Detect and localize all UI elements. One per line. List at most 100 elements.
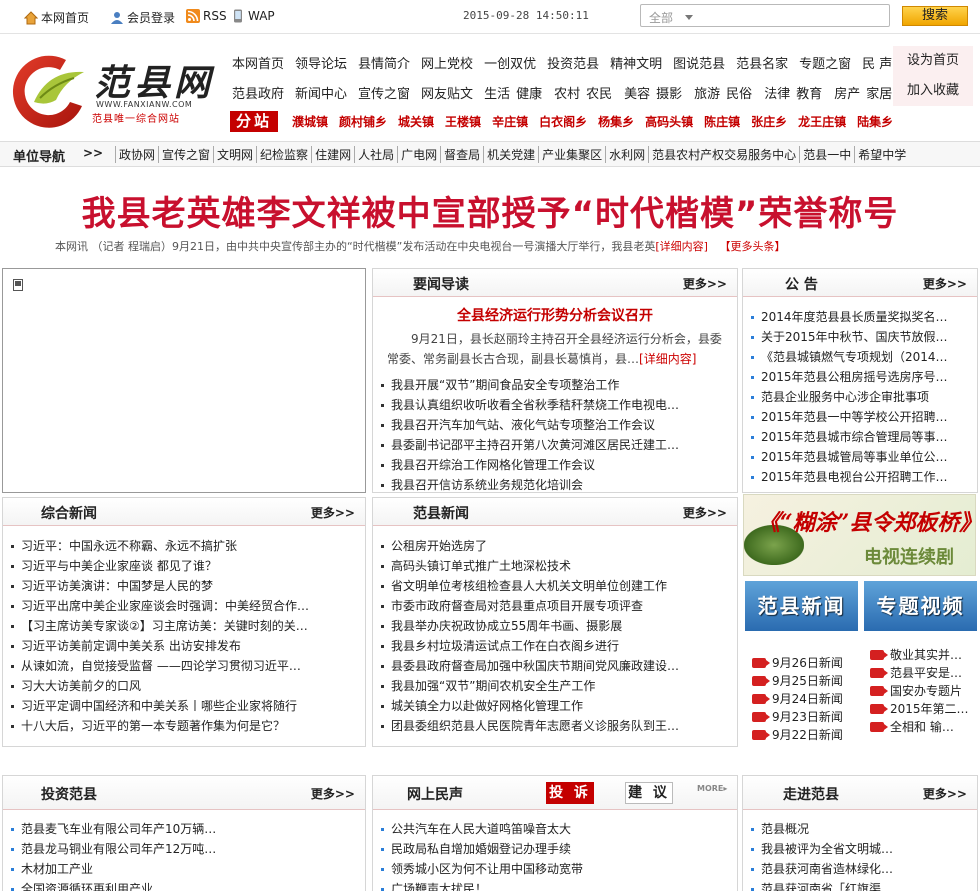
list-item[interactable]: 公租房开始选房了 bbox=[373, 536, 737, 556]
list-item[interactable]: 我县认真组织收听收看全省秋季秸秆禁烧工作电视电… bbox=[373, 395, 737, 415]
nav-item[interactable]: 农村 bbox=[554, 83, 580, 102]
tab-suggestion[interactable]: 建 议 bbox=[625, 782, 673, 804]
list-item[interactable]: 我县被评为全省文明城… bbox=[743, 839, 977, 859]
list-item[interactable]: 范县平安是… bbox=[870, 664, 976, 682]
list-item[interactable]: 范县企业服务中心涉企审批事项 bbox=[743, 387, 977, 407]
list-item[interactable]: 城关镇全力以赴做好网格化管理工作 bbox=[373, 696, 737, 716]
nav-item[interactable]: 生活 bbox=[484, 83, 510, 102]
nav-item[interactable]: 美容 bbox=[624, 83, 650, 102]
unit-link[interactable]: 宣传之窗 bbox=[158, 146, 213, 163]
unit-link[interactable]: 希望中学 bbox=[854, 146, 909, 163]
list-item[interactable]: 县委副书记邵平主持召开第八次黄河滩区居民迁建工… bbox=[373, 435, 737, 455]
nav-item[interactable]: 范县名家 bbox=[736, 53, 788, 72]
list-item[interactable]: 我县举办庆祝政协成立55周年书画、摄影展 bbox=[373, 616, 737, 636]
nav-item[interactable]: 教育 bbox=[796, 83, 822, 102]
town-link[interactable]: 王楼镇 bbox=[445, 113, 481, 130]
list-item[interactable]: 范县概况 bbox=[743, 819, 977, 839]
search-input[interactable]: 全部 bbox=[640, 4, 890, 27]
list-item[interactable]: 2015年范县城管局等事业单位公… bbox=[743, 447, 977, 467]
list-item[interactable]: 习大大访美前夕的口风 bbox=[3, 676, 365, 696]
list-item[interactable]: 9月22日新闻 bbox=[752, 726, 872, 744]
list-item[interactable]: 2015年范县一中等学校公开招聘… bbox=[743, 407, 977, 427]
list-item[interactable]: 我县召开汽车加气站、液化气站专项整治工作会议 bbox=[373, 415, 737, 435]
nav-item[interactable]: 图说范县 bbox=[673, 53, 725, 72]
town-link[interactable]: 城关镇 bbox=[398, 113, 434, 130]
nav-item[interactable]: 宣传之窗 bbox=[358, 83, 410, 102]
list-item[interactable]: 民政局私自增加婚姻登记办理手续 bbox=[373, 839, 737, 859]
list-item[interactable]: 习近平：中国永远不称霸、永远不搞扩张 bbox=[3, 536, 365, 556]
nav-item[interactable]: 法律 bbox=[764, 83, 790, 102]
headline-detail-link[interactable]: [详细内容] bbox=[655, 240, 708, 253]
home-link[interactable]: 本网首页 bbox=[23, 9, 89, 26]
nav-item[interactable]: 县情简介 bbox=[358, 53, 410, 72]
more-link[interactable]: 更多>> bbox=[683, 275, 727, 292]
more-link[interactable]: 更多>> bbox=[311, 504, 355, 521]
member-login-link[interactable]: 会员登录 bbox=[110, 9, 175, 26]
search-scope-select[interactable]: 全部 bbox=[649, 9, 673, 26]
list-item[interactable]: 省文明单位考核组检查县人大机关文明单位创建工作 bbox=[373, 576, 737, 596]
list-item[interactable]: 我县开展“双节”期间食品安全专项整治工作 bbox=[373, 375, 737, 395]
list-item[interactable]: 2015年范县城市综合管理局等事… bbox=[743, 427, 977, 447]
more-link[interactable]: 更多>> bbox=[683, 504, 727, 521]
list-item[interactable]: 国安办专题片 bbox=[870, 682, 976, 700]
list-item[interactable]: 高码头镇订单式推广土地深松技术 bbox=[373, 556, 737, 576]
list-item[interactable]: 范县获河南省造林绿化… bbox=[743, 859, 977, 879]
unit-link[interactable]: 广电网 bbox=[397, 146, 440, 163]
list-item[interactable]: 公共汽车在人民大道鸣笛噪音太大 bbox=[373, 819, 737, 839]
list-item[interactable]: 2015年范县公租房摇号选房序号… bbox=[743, 367, 977, 387]
nav-item[interactable]: 精神文明 bbox=[610, 53, 662, 72]
nav-item[interactable]: 专题之窗 bbox=[799, 53, 851, 72]
list-item[interactable]: 县委县政府督查局加强中秋国庆节期间党风廉政建设… bbox=[373, 656, 737, 676]
list-item[interactable]: 领秀城小区为何不让用中国移动宽带 bbox=[373, 859, 737, 879]
unit-link[interactable]: 水利网 bbox=[605, 146, 648, 163]
list-item[interactable]: 敬业其实并… bbox=[870, 646, 976, 664]
nav-item[interactable]: 房产 bbox=[834, 83, 860, 102]
nav-item[interactable]: 范县政府 bbox=[232, 83, 284, 102]
list-item[interactable]: 范县获河南省「红旗渠… bbox=[743, 879, 977, 891]
list-item[interactable]: 习近平访美演讲：中国梦是人民的梦 bbox=[3, 576, 365, 596]
town-link[interactable]: 辛庄镇 bbox=[492, 113, 528, 130]
nav-item[interactable]: 摄影 bbox=[656, 83, 682, 102]
headline-title[interactable]: 我县老英雄李文祥被中宣部授予“时代楷模”荣誉称号 bbox=[0, 186, 980, 235]
list-item[interactable]: 习近平出席中美企业家座谈会时强调：中美经贸合作… bbox=[3, 596, 365, 616]
list-item[interactable]: 关于2015年中秋节、国庆节放假… bbox=[743, 327, 977, 347]
county-news-tile[interactable]: 范县新闻 bbox=[745, 581, 858, 631]
nav-item[interactable]: 民俗 bbox=[726, 83, 752, 102]
unit-link[interactable]: 政协网 bbox=[115, 146, 158, 163]
list-item[interactable]: 9月24日新闻 bbox=[752, 690, 872, 708]
list-item[interactable]: 9月25日新闻 bbox=[752, 672, 872, 690]
list-item[interactable]: 从谏如流，自觉接受监督 ——四论学习贯彻习近平… bbox=[3, 656, 365, 676]
unit-link[interactable]: 督查局 bbox=[440, 146, 483, 163]
nav-item[interactable]: 家居 bbox=[866, 83, 892, 102]
list-item[interactable]: 9月26日新闻 bbox=[752, 654, 872, 672]
special-video-tile[interactable]: 专题视频 bbox=[864, 581, 977, 631]
list-item[interactable]: 习近平访美前定调中美关系 出访安排发布 bbox=[3, 636, 365, 656]
list-item[interactable]: 团县委组织范县人民医院青年志愿者义诊服务队到王… bbox=[373, 716, 737, 736]
list-item[interactable]: 9月23日新闻 bbox=[752, 708, 872, 726]
unit-link[interactable]: 产业集聚区 bbox=[538, 146, 605, 163]
list-item[interactable]: 广场鞭声太扰民！ bbox=[373, 879, 737, 891]
nav-item[interactable]: 民 声 bbox=[862, 53, 892, 72]
list-item[interactable]: 范县麦飞车业有限公司年产10万辆… bbox=[3, 819, 365, 839]
tv-series-banner[interactable]: 《“糊涂”县令郑板桥》 电视连续剧 bbox=[743, 494, 976, 576]
unit-link[interactable]: 机关党建 bbox=[483, 146, 538, 163]
more-headlines-link[interactable]: 【更多头条】 bbox=[719, 240, 785, 253]
add-favorite-link[interactable]: 加入收藏 bbox=[893, 76, 973, 106]
town-link[interactable]: 杨集乡 bbox=[598, 113, 634, 130]
more-link[interactable]: 更多>> bbox=[923, 275, 967, 292]
unit-link[interactable]: 纪检监察 bbox=[256, 146, 311, 163]
nav-item[interactable]: 一创双优 bbox=[484, 53, 536, 72]
site-logo[interactable]: 范县网 WWW.FANXIANW.COM 范县唯一综合网站 bbox=[4, 50, 224, 130]
list-item[interactable]: 我县加强“双节”期间农机安全生产工作 bbox=[373, 676, 737, 696]
list-item[interactable]: 市委市政府督查局对范县重点项目开展专项评查 bbox=[373, 596, 737, 616]
nav-item[interactable]: 旅游 bbox=[694, 83, 720, 102]
list-item[interactable]: 全国资源循环再利用产业 bbox=[3, 879, 365, 891]
town-link[interactable]: 陆集乡 bbox=[857, 113, 893, 130]
list-item[interactable]: 习近平定调中国经济和中美关系丨哪些企业家将随行 bbox=[3, 696, 365, 716]
town-link[interactable]: 颜村铺乡 bbox=[339, 113, 387, 130]
list-item[interactable]: 全相和 输… bbox=[870, 718, 976, 736]
town-link[interactable]: 高码头镇 bbox=[645, 113, 693, 130]
unit-link[interactable]: 人社局 bbox=[354, 146, 397, 163]
town-link[interactable]: 龙王庄镇 bbox=[798, 113, 846, 130]
search-button[interactable]: 搜索 bbox=[902, 6, 968, 26]
